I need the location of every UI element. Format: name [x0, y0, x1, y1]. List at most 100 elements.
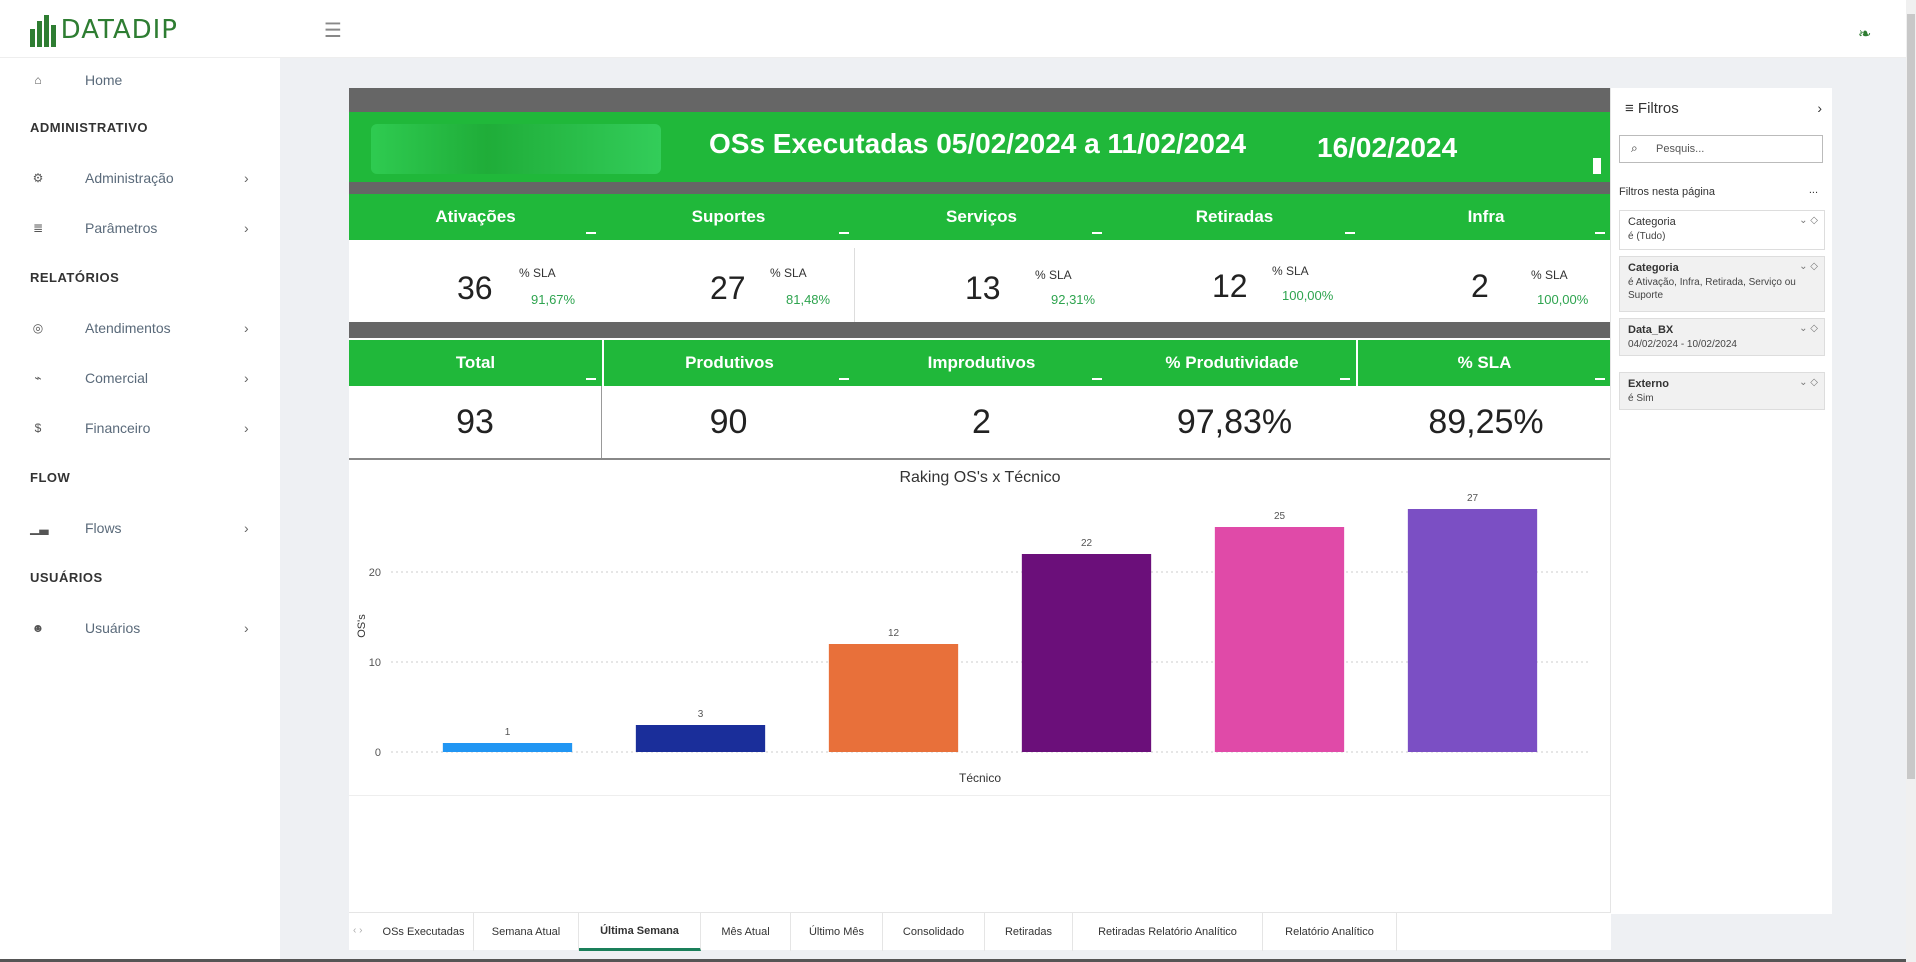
- tab-relatorio-analitico[interactable]: Relatório Analítico: [1263, 913, 1397, 951]
- tab-scroll-arrows-icon[interactable]: ‹ ›: [353, 925, 362, 936]
- tab-consolidado[interactable]: Consolidado: [883, 913, 985, 951]
- kpi-value: 2: [1471, 268, 1489, 304]
- banner-scroll-handle[interactable]: [1593, 158, 1601, 174]
- logo[interactable]: DATADIP: [28, 10, 178, 50]
- sla-card: 89,25%: [1361, 386, 1611, 458]
- dollar-icon: $: [34, 421, 42, 435]
- filter-controls-icon[interactable]: ⌄ ◇: [1799, 377, 1818, 388]
- improdutivos-card: 2: [855, 386, 1108, 458]
- tab-semana-atual[interactable]: Semana Atual: [474, 913, 579, 951]
- chevron-right-icon: ›: [244, 620, 249, 636]
- y-tick-label: 0: [375, 747, 381, 759]
- kpi-header-label: Suportes: [691, 207, 766, 226]
- users-icon: ☻: [31, 621, 45, 635]
- tab-mes-atual[interactable]: Mês Atual: [701, 913, 791, 951]
- filter-card-externo[interactable]: Externo é Sim ⌄ ◇: [1619, 372, 1825, 410]
- kpi-sla-label: % SLA: [1272, 264, 1309, 278]
- kpi-sla-value: 100,00%: [1282, 288, 1334, 303]
- chevron-right-icon: ›: [244, 170, 249, 186]
- sidebar-item-label: Parâmetros: [85, 220, 158, 236]
- sidebar-item-parametros[interactable]: ≣ Parâmetros ›: [0, 208, 280, 248]
- page-scrollbar-thumb[interactable]: [1907, 14, 1915, 779]
- section-usuarios: USUÁRIOS: [30, 570, 103, 585]
- produtivos-card: 90: [602, 386, 855, 458]
- collapse-icon[interactable]: ›: [1817, 100, 1822, 116]
- kpi-header-infra[interactable]: Infra: [1361, 194, 1611, 240]
- kpi-header-sla[interactable]: % SLA: [1358, 340, 1611, 386]
- kpi-header-improdutivos[interactable]: Improdutivos: [855, 340, 1108, 386]
- tab-retiradas[interactable]: Retiradas: [985, 913, 1073, 951]
- bar: [1021, 554, 1152, 752]
- bar-data-label: 22: [1081, 538, 1093, 549]
- tab-ultimo-mes[interactable]: Último Mês: [791, 913, 883, 951]
- ranking-chart: Raking OS's x Técnico 0 10 20 OS's Técnico 1 3 1…: [349, 460, 1611, 796]
- more-options-icon[interactable]: ...: [1809, 184, 1818, 196]
- app-root: DATADIP ☰ ❧ ⌂ Home ADMINISTRATIVO ⚙ Admi…: [0, 0, 1916, 962]
- kpi-sla-value: 100,00%: [1537, 292, 1589, 307]
- kpi-header-total[interactable]: Total: [349, 340, 602, 386]
- kpi-header-label: Infra: [1467, 207, 1505, 226]
- bar: [442, 743, 573, 752]
- chevron-right-icon: ›: [244, 420, 249, 436]
- tab-ultima-semana[interactable]: Última Semana: [579, 913, 701, 951]
- sidebar-item-atendimentos[interactable]: ◎ Atendimentos ›: [0, 308, 280, 348]
- sidebar-item-usuarios[interactable]: ☻ Usuários ›: [0, 608, 280, 648]
- kpi-header-servicos[interactable]: Serviços: [855, 194, 1108, 240]
- kpi-header-retiradas[interactable]: Retiradas: [1108, 194, 1361, 240]
- kpi-sla-value: 81,48%: [786, 292, 831, 307]
- filter-card-categoria-all[interactable]: Categoria é (Tudo) ⌄ ◇: [1619, 210, 1825, 250]
- sidebar: ⌂ Home ADMINISTRATIVO ⚙ Administração › …: [0, 58, 280, 962]
- filter-controls-icon[interactable]: ⌄ ◇: [1799, 261, 1818, 272]
- filter-card-categoria[interactable]: Categoria é Ativação, Infra, Retirada, S…: [1619, 256, 1825, 312]
- section-relatorios: RELATÓRIOS: [30, 270, 120, 285]
- report-title: OSs Executadas 05/02/2024 a 11/02/2024: [709, 128, 1247, 159]
- y-tick-label: 20: [369, 567, 381, 579]
- filter-controls-icon[interactable]: ⌄ ◇: [1799, 215, 1818, 226]
- sidebar-item-home[interactable]: ⌂ Home: [0, 60, 280, 100]
- kpi-card-retiradas: 12 % SLA 100,00%: [1108, 248, 1361, 322]
- kpi-header-ativacoes[interactable]: Ativações: [349, 194, 602, 240]
- menu-toggle-icon[interactable]: ☰: [324, 18, 342, 43]
- sidebar-item-financeiro[interactable]: $ Financeiro ›: [0, 408, 280, 448]
- section-administrativo: ADMINISTRATIVO: [30, 120, 148, 135]
- logo-icon: [28, 13, 56, 47]
- sidebar-item-label: Financeiro: [85, 420, 151, 436]
- tab-oss-executadas[interactable]: OSs Executadas: [374, 913, 474, 951]
- kpi-value: 36: [457, 270, 493, 306]
- report-banner: OSs Executadas 05/02/2024 a 11/02/2024 1…: [349, 112, 1611, 182]
- kpi-header-produtivos[interactable]: Produtivos: [604, 340, 855, 386]
- kpi-header-produtividade[interactable]: % Produtividade: [1108, 340, 1356, 386]
- kpi-sla-label: % SLA: [1035, 268, 1072, 282]
- chart-title: Raking OS's x Técnico: [899, 469, 1060, 486]
- page-tabs: ‹ › OSs Executadas Semana Atual Última S…: [349, 912, 1611, 951]
- bar-chart-icon: ▁▃: [30, 521, 49, 535]
- kpi-header-suportes[interactable]: Suportes: [602, 194, 855, 240]
- chevron-right-icon: ›: [244, 220, 249, 236]
- bar: [828, 644, 959, 752]
- sidebar-item-administracao[interactable]: ⚙ Administração ›: [0, 158, 280, 198]
- bar-data-label: 3: [698, 709, 704, 720]
- kpi-card-suportes: 27 % SLA 81,48%: [602, 248, 855, 322]
- home-icon: ⌂: [34, 73, 42, 87]
- kpi-header-label: Improdutivos: [927, 353, 1036, 372]
- ranking-chart-svg: Raking OS's x Técnico 0 10 20 OS's Técnico 1 3 1…: [356, 469, 1589, 785]
- divider: [349, 88, 1611, 112]
- sidebar-item-flows[interactable]: ▁▃ Flows ›: [0, 508, 280, 548]
- kpi-value: 12: [1212, 268, 1248, 304]
- bar: [635, 725, 766, 752]
- tab-retiradas-relatorio-analitico[interactable]: Retiradas Relatório Analítico: [1073, 913, 1263, 951]
- filter-card-data-bx[interactable]: Data_BX 04/02/2024 - 10/02/2024 ⌄ ◇: [1619, 318, 1825, 356]
- filters-search-input[interactable]: Pesquis...: [1619, 135, 1823, 163]
- filter-controls-icon[interactable]: ⌄ ◇: [1799, 323, 1818, 334]
- chevron-right-icon: ›: [244, 520, 249, 536]
- kpi-header-label: Produtivos: [685, 353, 774, 372]
- filter-desc: 04/02/2024 - 10/02/2024: [1628, 339, 1737, 350]
- sidebar-item-label: Home: [85, 72, 123, 88]
- bar-data-label: 27: [1467, 493, 1479, 504]
- user-icon[interactable]: ❧: [1858, 24, 1871, 44]
- top-bar: DATADIP ☰ ❧: [0, 0, 1906, 58]
- sidebar-item-comercial[interactable]: ⌁ Comercial ›: [0, 358, 280, 398]
- filters-page-label: Filtros nesta página: [1619, 186, 1715, 198]
- kpi-sla-label: % SLA: [1531, 268, 1568, 282]
- kpi-header-label: Total: [455, 353, 496, 372]
